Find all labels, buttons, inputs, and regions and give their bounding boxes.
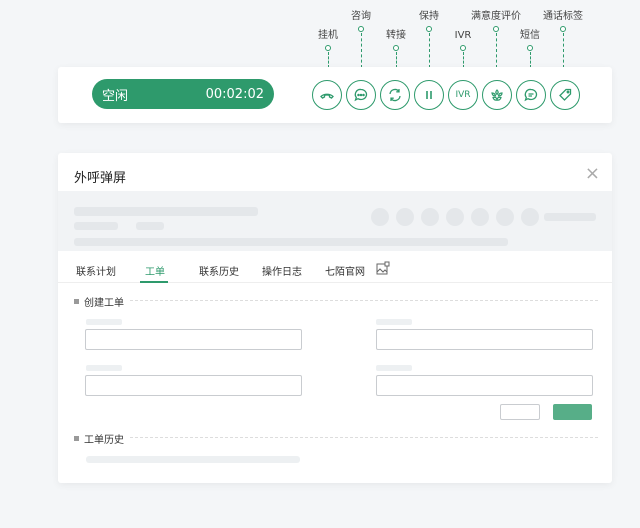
flower-rating-icon [491, 89, 503, 101]
tab-contact-plan[interactable]: 联系计划 [76, 263, 116, 278]
tab-work-order[interactable]: 工单 [145, 263, 165, 278]
popup-title: 外呼弹屏 [74, 171, 127, 186]
cancel-button[interactable] [500, 404, 540, 420]
callout-ivr: IVR [433, 30, 493, 68]
call-timer: 00:02:02 [205, 86, 264, 102]
image-icon[interactable] [376, 261, 390, 278]
tab-contact-history[interactable]: 联系历史 [199, 263, 239, 278]
avatar-placeholder [371, 208, 389, 226]
callout-transfer: 转接 [366, 30, 426, 68]
callout-sms: 短信 [500, 30, 560, 68]
work-order-field-4[interactable] [376, 375, 593, 396]
message-icon [524, 88, 538, 102]
transfer-button[interactable] [380, 80, 410, 110]
consult-button[interactable] [346, 80, 376, 110]
section-create-work-order: 创建工单 [74, 294, 124, 309]
tag-icon [559, 88, 572, 101]
tab-operation-log[interactable]: 操作日志 [262, 263, 302, 278]
call-tag-button[interactable] [550, 80, 580, 110]
active-tab-indicator [140, 281, 168, 283]
callout-hangup: 挂机 [298, 30, 358, 68]
call-toolbar: 空闲 00:02:02 IVR [58, 67, 612, 123]
agent-status-pill[interactable]: 空闲 00:02:02 [92, 79, 274, 109]
popup-tabs: 联系计划 工单 联系历史 操作日志 七陌官网 [58, 255, 612, 283]
close-icon[interactable]: × [585, 163, 600, 184]
callout-hold: 保持 [399, 11, 459, 68]
callout-consult: 咨询 [331, 11, 391, 68]
callout-consult-label: 咨询 [351, 11, 371, 22]
callout-hold-label: 保持 [419, 11, 439, 22]
ivr-button-text: IVR [455, 90, 471, 100]
work-order-field-2[interactable] [376, 329, 593, 350]
submit-button[interactable] [553, 404, 592, 420]
callout-hangup-label: 挂机 [318, 30, 338, 41]
section-create-label: 创建工单 [84, 298, 124, 309]
work-order-field-3[interactable] [85, 375, 302, 396]
customer-info-panel [58, 191, 612, 251]
chat-dots-icon [354, 88, 368, 102]
section-history-label: 工单历史 [84, 435, 124, 446]
callout-satisfaction-label: 满意度评价 [471, 11, 521, 22]
tab-qimo-website[interactable]: 七陌官网 [325, 263, 365, 278]
callout-call-tag: 通话标签 [533, 11, 593, 68]
callout-sms-label: 短信 [520, 30, 540, 41]
ivr-button[interactable]: IVR [448, 80, 478, 110]
callout-satisfaction: 满意度评价 [466, 11, 526, 68]
callout-call-tag-label: 通话标签 [543, 11, 583, 22]
history-placeholder [86, 456, 300, 463]
agent-status-text: 空闲 [102, 88, 129, 104]
sms-button[interactable] [516, 80, 546, 110]
transfer-arrows-icon [389, 88, 401, 102]
callout-ivr-label: IVR [454, 30, 472, 41]
outbound-screen-pop: 外呼弹屏 × 联系计划 工单 联系历史 操作日志 七陌官网 创建工单 工单历史 [58, 153, 612, 483]
phone-hangup-icon [320, 93, 334, 99]
satisfaction-button[interactable] [482, 80, 512, 110]
work-order-field-1[interactable] [85, 329, 302, 350]
hold-button[interactable] [414, 80, 444, 110]
hangup-button[interactable] [312, 80, 342, 110]
callout-transfer-label: 转接 [386, 30, 406, 41]
pause-icon [426, 91, 432, 99]
section-work-order-history: 工单历史 [74, 431, 124, 446]
